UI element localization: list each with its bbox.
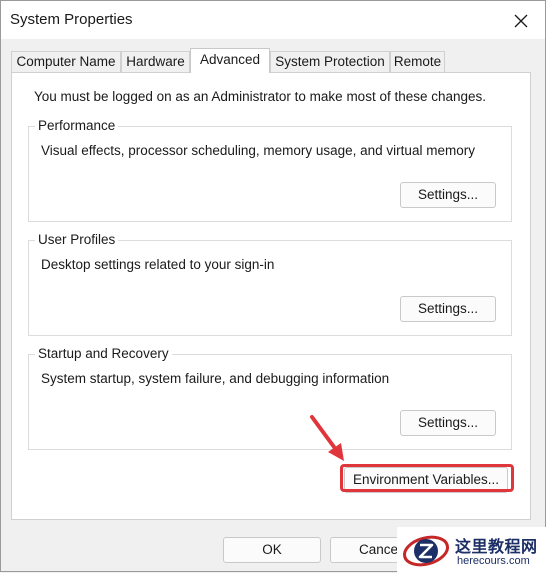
tab-system-protection[interactable]: System Protection — [270, 51, 390, 72]
performance-description: Visual effects, processor scheduling, me… — [41, 143, 475, 158]
user-profiles-description: Desktop settings related to your sign-in — [41, 257, 275, 272]
tab-advanced[interactable]: Advanced — [190, 48, 270, 73]
tab-hardware[interactable]: Hardware — [121, 51, 190, 72]
environment-variables-button[interactable]: Environment Variables... — [344, 467, 508, 493]
startup-recovery-settings-button[interactable]: Settings... — [400, 410, 496, 436]
close-button[interactable] — [507, 8, 535, 34]
watermark-logo-icon — [402, 535, 450, 567]
tab-remote[interactable]: Remote — [390, 51, 445, 72]
performance-settings-button[interactable]: Settings... — [400, 182, 496, 208]
admin-note: You must be logged on as an Administrato… — [34, 89, 487, 104]
performance-group: Performance Visual effects, processor sc… — [28, 118, 512, 222]
watermark-url: herecours.com — [457, 555, 530, 567]
startup-recovery-group: Startup and Recovery System startup, sys… — [28, 346, 512, 450]
user-profiles-group-title: User Profiles — [35, 232, 119, 247]
user-profiles-group: User Profiles Desktop settings related t… — [28, 232, 512, 336]
watermark: 这里教程网 herecours.com — [397, 527, 546, 573]
startup-recovery-description: System startup, system failure, and debu… — [41, 371, 390, 386]
close-icon — [514, 14, 528, 28]
window-title: System Properties — [10, 11, 133, 28]
user-profiles-settings-button[interactable]: Settings... — [400, 296, 496, 322]
title-bar: System Properties — [1, 1, 545, 39]
startup-recovery-group-title: Startup and Recovery — [35, 346, 172, 361]
watermark-site-name: 这里教程网 — [455, 537, 538, 556]
performance-group-title: Performance — [35, 118, 119, 133]
advanced-tab-panel: You must be logged on as an Administrato… — [11, 72, 531, 520]
tab-computer-name[interactable]: Computer Name — [11, 51, 121, 72]
system-properties-window: System Properties Computer Name Hardware… — [0, 0, 546, 573]
ok-button[interactable]: OK — [223, 537, 321, 563]
